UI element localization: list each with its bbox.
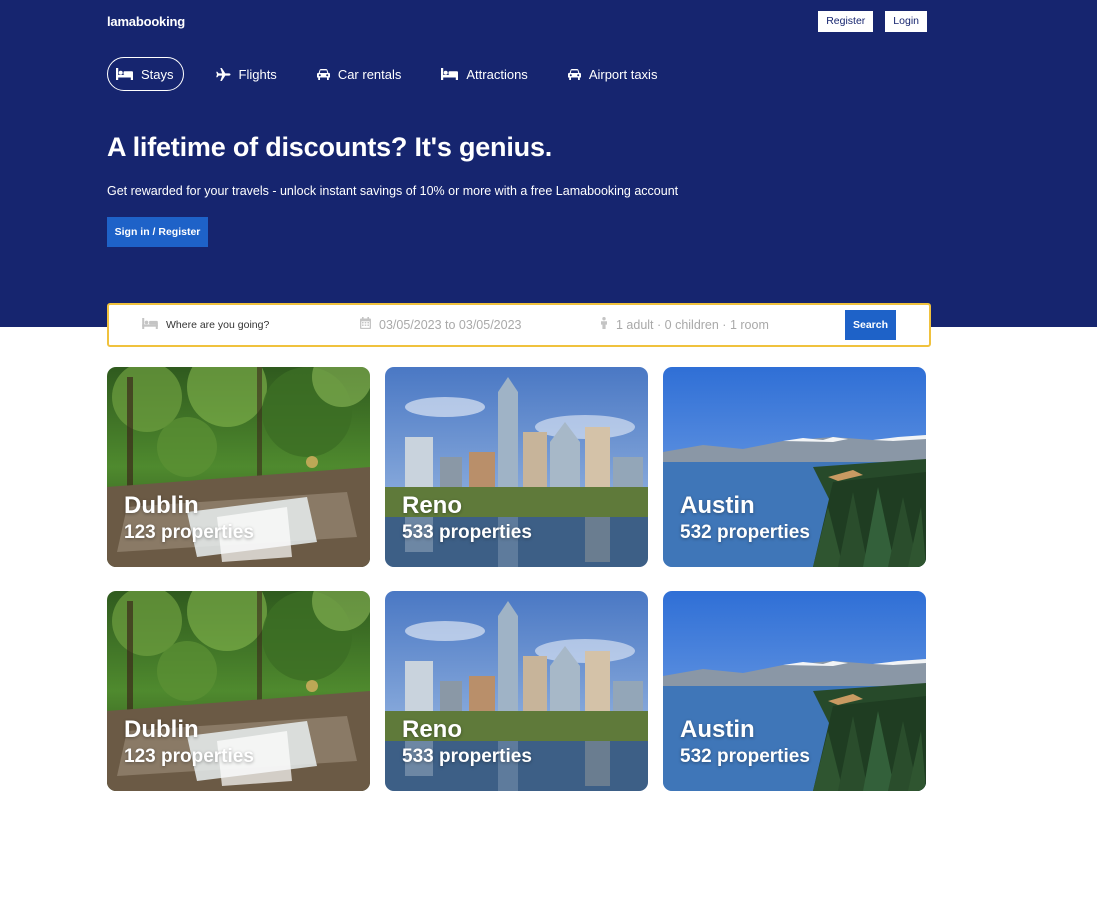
card-caption: Austin 532 properties [680, 492, 810, 544]
calendar-icon [360, 316, 371, 334]
tab-label: Stays [141, 66, 174, 82]
destination-card-dublin[interactable]: Dublin 123 properties [107, 591, 370, 791]
city-name: Reno [402, 716, 462, 743]
taxi-icon [567, 68, 581, 80]
property-count: 533 properties [402, 746, 532, 767]
city-name: Austin [680, 492, 755, 519]
date-picker[interactable]: 03/05/2023 to 03/05/2023 [360, 305, 522, 345]
tab-label: Attractions [466, 66, 528, 82]
destination-card-dublin[interactable]: Dublin 123 properties [107, 367, 370, 567]
card-caption: Dublin 123 properties [124, 716, 254, 768]
city-name: Dublin [124, 492, 199, 519]
destination-card-reno[interactable]: Reno 533 properties [385, 591, 648, 791]
featured-destinations: Dublin 123 properties Reno 533 propertie… [107, 367, 927, 791]
hero-subtitle: Get rewarded for your travels - unlock i… [107, 184, 679, 198]
city-name: Austin [680, 716, 755, 743]
property-count: 123 properties [124, 746, 254, 767]
guests-text: 1 adult · 0 children · 1 room [616, 318, 769, 332]
logo[interactable]: lamabooking [107, 14, 185, 29]
destination-card-reno[interactable]: Reno 533 properties [385, 367, 648, 567]
tab-stays[interactable]: Stays [107, 57, 184, 91]
bed-icon [142, 316, 158, 334]
hero-title: A lifetime of discounts? It's genius. [107, 132, 553, 162]
tab-airport-taxis[interactable]: Airport taxis [560, 57, 666, 91]
property-count: 532 properties [680, 522, 810, 543]
search-button[interactable]: Search [845, 310, 896, 340]
destination-card-austin[interactable]: Austin 532 properties [663, 591, 926, 791]
category-tabs: Stays Flights Car rentals Attractions Ai… [107, 57, 665, 91]
card-caption: Dublin 123 properties [124, 492, 254, 544]
register-button[interactable]: Register [818, 10, 874, 32]
bed-icon [116, 68, 133, 80]
destination-input[interactable] [166, 319, 336, 331]
tab-attractions[interactable]: Attractions [433, 57, 535, 91]
plane-icon [215, 67, 231, 81]
property-count: 532 properties [680, 746, 810, 767]
sign-in-register-button[interactable]: Sign in / Register [107, 217, 208, 247]
card-caption: Austin 532 properties [680, 716, 810, 768]
tab-flights[interactable]: Flights [208, 57, 285, 91]
tab-label: Flights [238, 66, 277, 82]
car-icon [316, 68, 330, 80]
bed-icon [441, 68, 459, 80]
date-range-text: 03/05/2023 to 03/05/2023 [379, 318, 522, 332]
login-button[interactable]: Login [885, 10, 927, 32]
tab-label: Airport taxis [588, 66, 658, 82]
guests-selector[interactable]: 1 adult · 0 children · 1 room [600, 305, 769, 345]
person-icon [600, 316, 608, 334]
tab-label: Car rentals [337, 66, 402, 82]
top-navbar: lamabooking Register Login [107, 10, 927, 32]
auth-buttons: Register Login [818, 10, 927, 32]
card-caption: Reno 533 properties [402, 492, 532, 544]
destination-card-austin[interactable]: Austin 532 properties [663, 367, 926, 567]
property-count: 123 properties [124, 522, 254, 543]
property-count: 533 properties [402, 522, 532, 543]
card-caption: Reno 533 properties [402, 716, 532, 768]
hero-banner: lamabooking Register Login Stays Flights… [0, 0, 1097, 327]
city-name: Dublin [124, 716, 199, 743]
search-bar: 03/05/2023 to 03/05/2023 1 adult · 0 chi… [107, 303, 931, 347]
tab-car-rentals[interactable]: Car rentals [309, 57, 410, 91]
city-name: Reno [402, 492, 462, 519]
destination-field[interactable] [142, 305, 336, 345]
